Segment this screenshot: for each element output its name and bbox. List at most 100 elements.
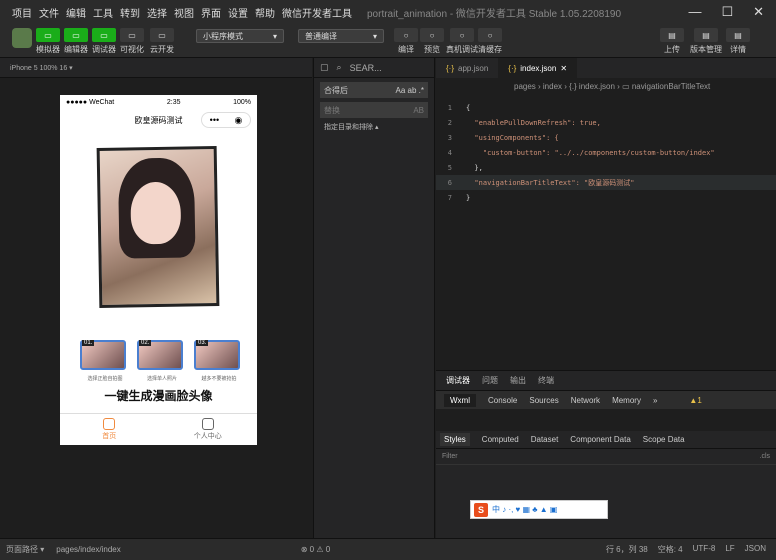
maximize-icon[interactable]: ☐ [721,4,733,20]
menu-item[interactable]: 视图 [174,5,194,20]
menu-item[interactable]: 转到 [120,5,140,20]
replace-input[interactable]: 替换 AB [320,102,428,118]
indent-setting[interactable]: 空格: 4 [658,544,683,555]
cursor-position[interactable]: 行 6，列 38 [606,544,648,555]
调试器-button[interactable]: ▭ 调试器 [92,28,116,55]
thumb-caption: 越多不要被抢拍 [201,376,237,382]
close-tab-icon[interactable]: ✕ [560,64,567,73]
panel-tab[interactable]: Wxml [444,393,476,407]
tab-app-json[interactable]: {·} app.json [436,58,498,78]
code-line[interactable]: 1{ [436,100,776,115]
search-panel: ▢ ⌕ SEAR... 合得后 Aa ab .* 替换 AB 指定目录和排除 ▴ [313,58,435,538]
tab-profile[interactable]: 个人中心 [159,414,258,445]
menu-item[interactable]: 项目 [12,5,32,20]
more-icon[interactable]: ••• [210,115,219,125]
menu-item[interactable]: 选择 [147,5,167,20]
模拟器-button[interactable]: ▭ 模拟器 [36,28,60,55]
styles-subtab[interactable]: Scope Data [643,435,685,444]
code-line[interactable]: 2 "enablePullDownRefresh": true, [436,115,776,130]
files-icon[interactable]: ▢ [320,62,329,73]
可视化-button[interactable]: ▭ 可视化 [120,28,144,55]
include-exclude-link[interactable]: 指定目录和排除 ▴ [314,122,434,132]
编译-button[interactable]: ○ 编译 [394,28,418,55]
panel-tab[interactable]: Network [571,396,600,405]
styles-subtab[interactable]: Styles [440,433,470,446]
ime-toolbar[interactable]: S 中 ♪ ·, ♥ ▦ ♣ ▲ ▣ [470,500,608,519]
search-icon[interactable]: ⌕ [337,62,342,73]
menu-item[interactable]: 微信开发者工具 [282,5,352,20]
panel-tab[interactable]: Sources [529,396,558,405]
云开发-button[interactable]: ▭ 云开发 [150,28,174,55]
example-thumbnail[interactable]: 02. 选择单人照片 [137,340,183,382]
真机调试-button[interactable]: ○ 真机调试 [446,28,478,55]
devtools-tab[interactable]: 问题 [482,375,498,386]
cls-button[interactable]: .cls [760,453,771,460]
code-icon: ▭ [64,28,88,42]
menu-item[interactable]: 工具 [93,5,113,20]
close-circle-icon[interactable]: ◉ [234,115,242,126]
cloud-icon: ▭ [150,28,174,42]
编辑器-button[interactable]: ▭ 编辑器 [64,28,88,55]
panel-tab[interactable]: » [653,396,657,405]
tab-home[interactable]: 首页 [60,414,159,445]
code-line[interactable]: 5 }, [436,160,776,175]
tab-index-json[interactable]: {·} index.json ✕ [498,58,578,78]
menu-icon: ▤ [726,28,750,42]
refresh-icon: ○ [394,28,418,42]
example-thumbnail[interactable]: 01. 选择正脸自拍图 [80,340,126,382]
breadcrumb[interactable]: pages › index › {.} index.json › ▭ navig… [436,78,776,94]
simulator-device-bar[interactable]: iPhone 5 100% 16 ▾ [0,58,312,78]
devtools-panel-tabs: Wxml Console Sources Network Memory » ▲1 [436,391,776,409]
code-line[interactable]: 7} [436,190,776,205]
button-label: 调试器 [92,45,116,54]
wxml-tree [436,409,776,431]
menu-item[interactable]: 界面 [201,5,221,20]
menu-item[interactable]: 帮助 [255,5,275,20]
menu-item[interactable]: 编辑 [66,5,86,20]
encoding-label[interactable]: UTF-8 [693,544,716,555]
button-label: 云开发 [150,45,174,54]
详情-button[interactable]: ▤ 详情 [726,28,750,55]
panel-tab[interactable]: Console [488,396,517,405]
code-line[interactable]: 4 "custom-button": "../../components/cus… [436,145,776,160]
mode-select[interactable]: 小程序模式 ▾ [196,29,284,43]
styles-subtab[interactable]: Dataset [531,435,559,444]
language-label[interactable]: JSON [745,544,766,555]
styles-subtab[interactable]: Computed [482,435,519,444]
warning-badge[interactable]: ▲1 [689,396,701,405]
devtools-tab[interactable]: 调试器 [446,375,470,386]
menu-item[interactable]: 文件 [39,5,59,20]
code-line[interactable]: 6 "navigationBarTitleText": "欧皇源码测试" [436,175,776,190]
page-path-label[interactable]: 页面路径 ▾ [0,544,44,555]
button-label: 上传 [664,45,680,54]
portrait-image[interactable] [96,145,220,309]
ime-items[interactable]: 中 ♪ ·, ♥ ▦ ♣ ▲ ▣ [492,504,557,515]
预览-button[interactable]: ○ 预览 [420,28,444,55]
版本管理-button[interactable]: ▤ 版本管理 [690,28,722,55]
code-editor[interactable]: {·} app.json {·} index.json ✕ pages › index … [436,58,776,370]
menu-capsule[interactable]: ••• ◉ [201,112,251,128]
styles-subtab[interactable]: Component Data [570,435,630,444]
user-icon [201,418,214,430]
清缓存-button[interactable]: ○ 清缓存 [478,28,502,55]
carrier-label: ●●●●● WeChat [66,98,115,106]
menu-bar: 项目 文件 编辑 工具 转到 选择 视图 界面 设置 帮助 微信开发者工具 portrait_anim… [0,0,776,24]
example-thumbnail[interactable]: 03. 越多不要被抢拍 [194,340,240,382]
search-input[interactable]: 合得后 Aa ab .* [320,82,428,98]
code-lines[interactable]: 1{2 "enablePullDownRefresh": true, 3 "usi… [436,94,776,205]
avatar[interactable] [12,28,32,48]
devtools-tab[interactable]: 终端 [538,375,554,386]
filter-input[interactable]: Filter .cls [436,449,776,465]
minimize-icon[interactable]: — [688,4,701,20]
close-icon[interactable]: ✕ [753,4,764,20]
code-line[interactable]: 3 "usingComponents": { [436,130,776,145]
devtools-tab[interactable]: 输出 [510,375,526,386]
menu-item[interactable]: 设置 [228,5,248,20]
problem-counts[interactable]: ⊗ 0 ⚠ 0 [121,545,330,554]
panel-tab[interactable]: Memory [612,396,641,405]
eol-label[interactable]: LF [725,544,734,555]
phone-icon: ▭ [36,28,60,42]
line-text: "enablePullDownRefresh": true, [466,118,601,127]
compile-select[interactable]: 普通编译 ▾ [298,29,384,43]
上传-button[interactable]: ▤ 上传 [660,28,684,55]
